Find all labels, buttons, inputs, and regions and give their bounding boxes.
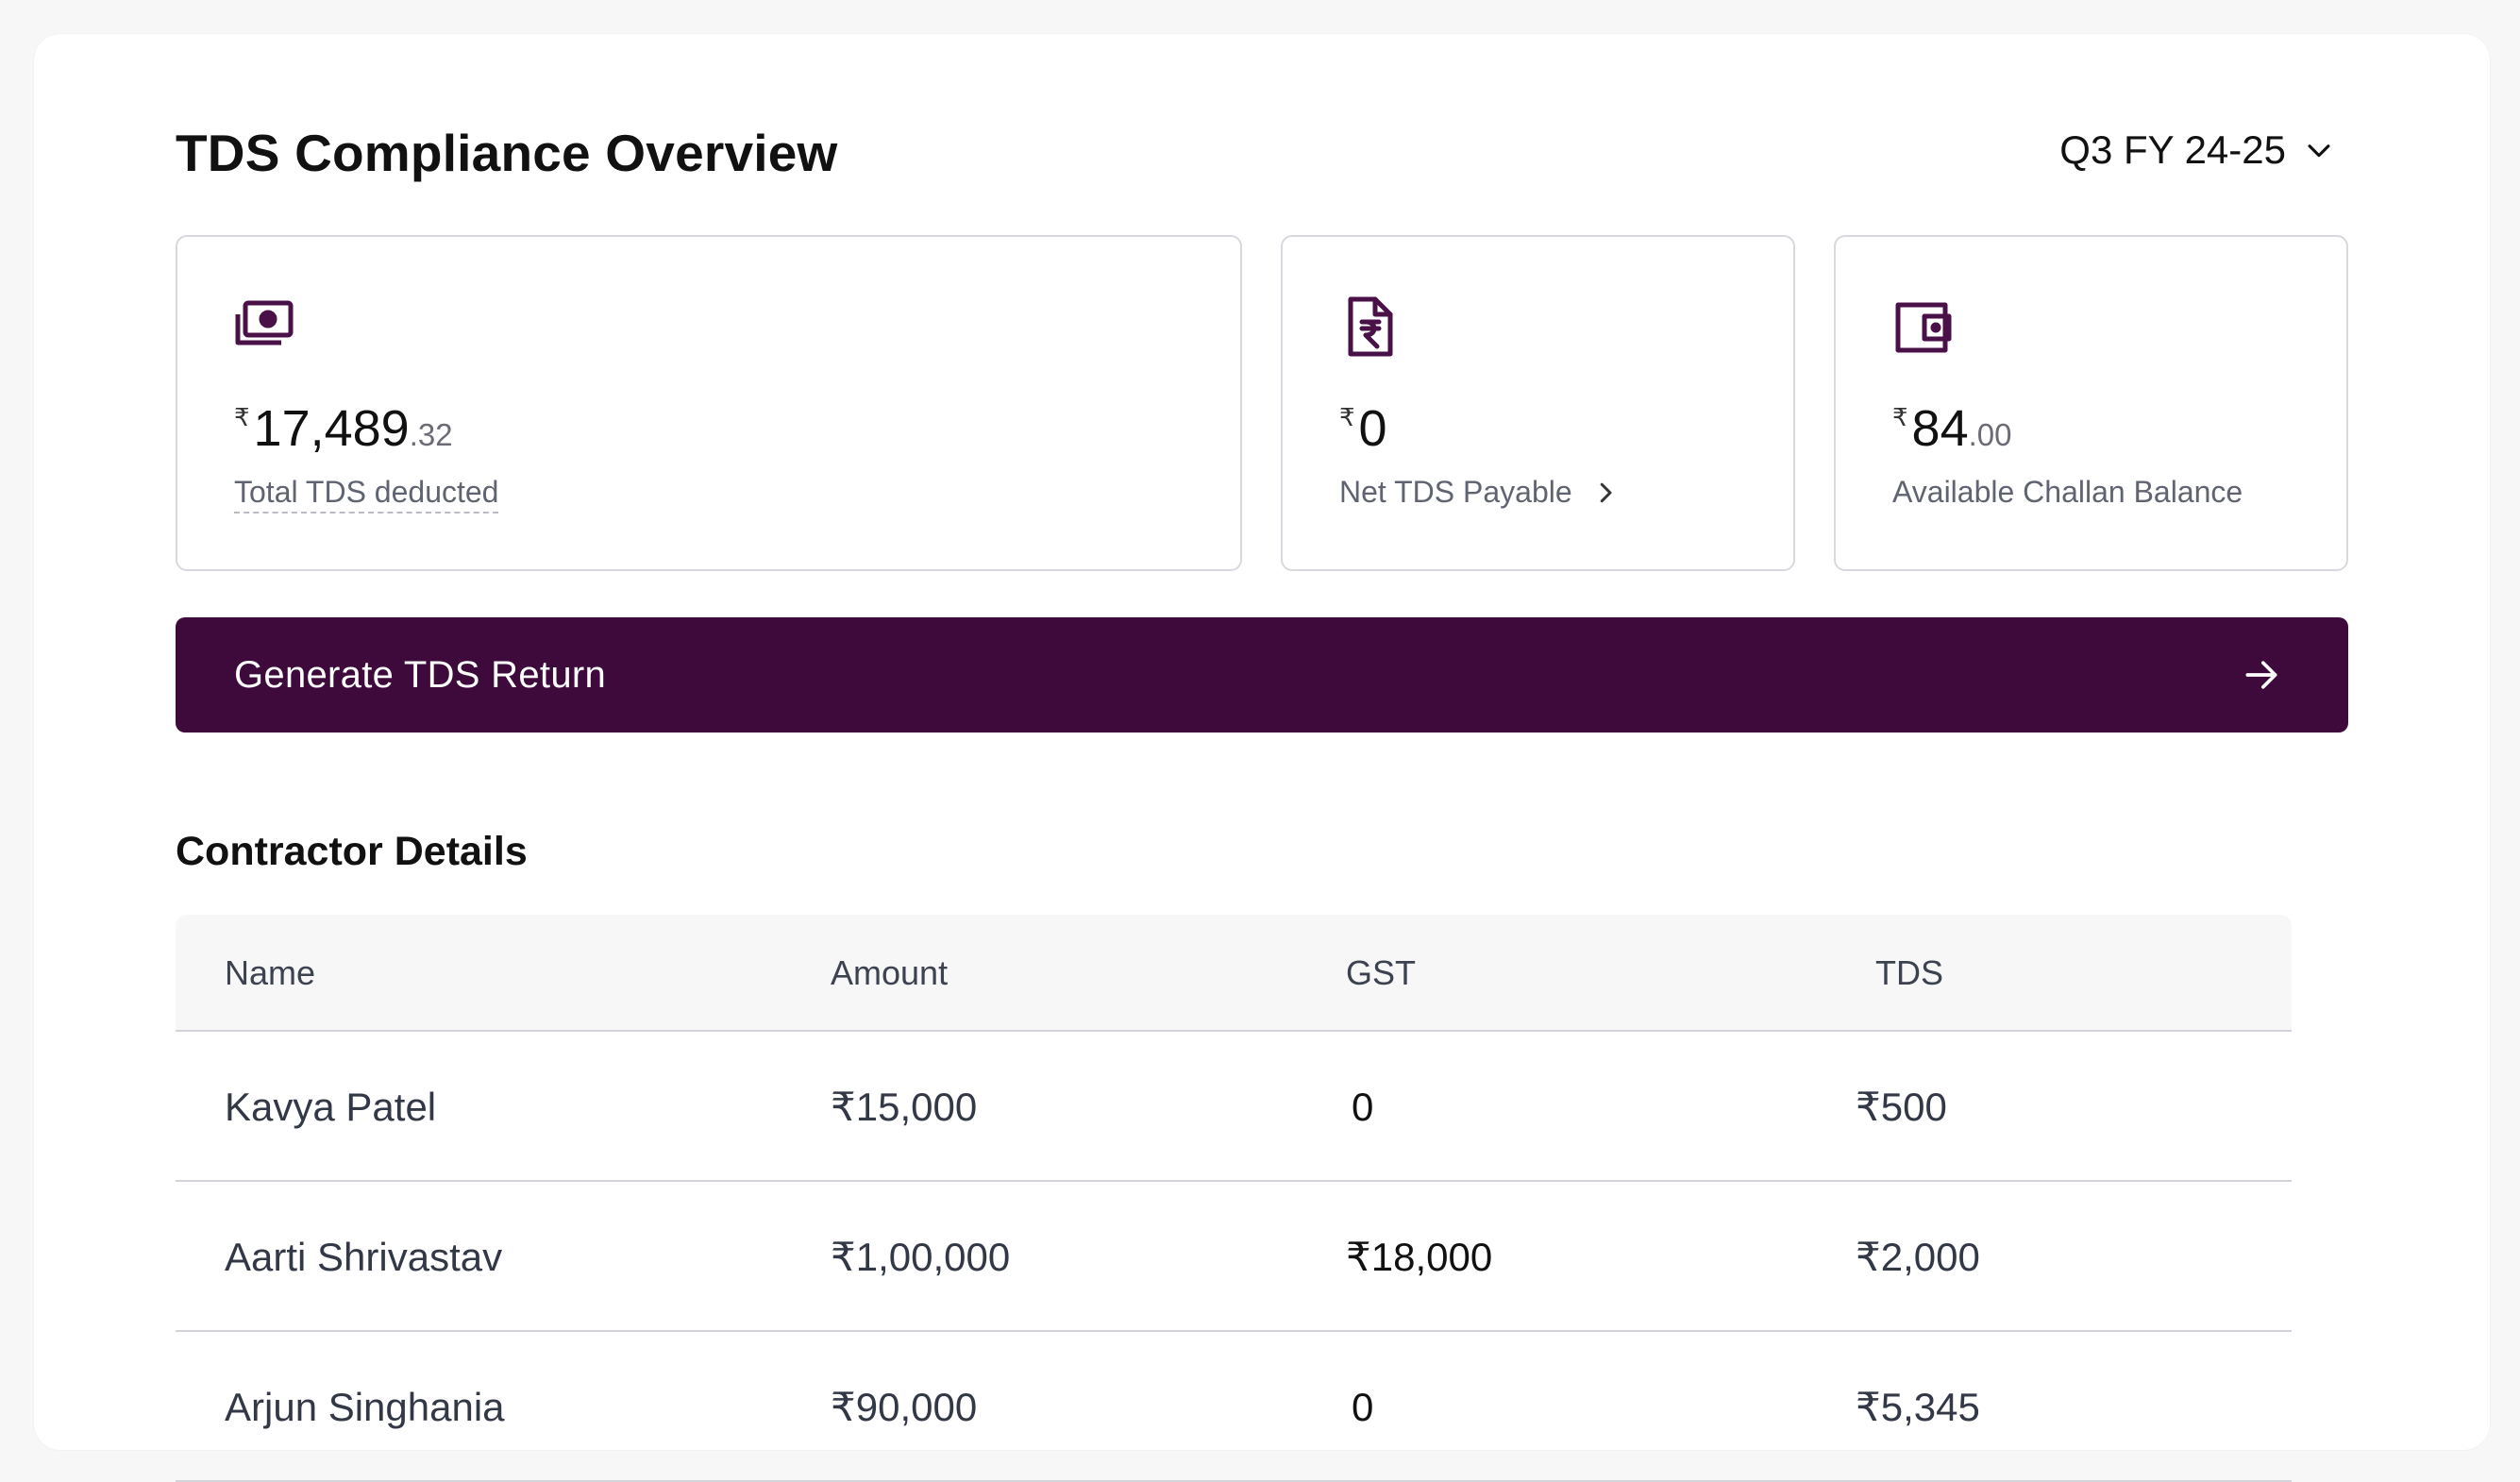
period-label: Q3 FY 24-25 <box>2059 127 2286 172</box>
challan-balance-value: ₹ 84 .00 <box>1892 399 2012 458</box>
total-tds-decimal: .32 <box>409 417 453 452</box>
chevron-down-icon <box>2308 144 2330 158</box>
net-tds-card: ₹ 0 Net TDS Payable <box>1281 235 1795 571</box>
cell-gst: 0 <box>1352 1085 1374 1129</box>
contractor-details-title: Contractor Details <box>176 829 528 874</box>
chevron-right-icon <box>1600 482 1612 502</box>
currency-symbol: ₹ <box>1339 403 1355 431</box>
currency-symbol: ₹ <box>234 403 250 431</box>
generate-tds-return-label: Generate TDS Return <box>234 653 607 696</box>
column-header-gst: GST <box>1346 953 1417 992</box>
cell-name: Aarti Shrivastav <box>225 1235 503 1279</box>
net-tds-value: ₹ 0 <box>1339 399 1387 458</box>
generate-tds-return-button[interactable]: Generate TDS Return <box>176 617 2348 733</box>
contractor-table: Name Amount GST TDS Kavya Patel ₹15,000 … <box>176 915 2292 1482</box>
cell-amount: ₹15,000 <box>831 1085 978 1129</box>
cell-tds: ₹2,000 <box>1856 1235 1980 1279</box>
arrow-right-icon <box>2245 661 2277 689</box>
table-row[interactable]: Aarti Shrivastav ₹1,00,000 ₹18,000 ₹2,00… <box>176 1182 2292 1332</box>
net-tds-integer: 0 <box>1358 400 1387 457</box>
cell-gst: ₹18,000 <box>1346 1235 1493 1279</box>
challan-balance-card: ₹ 84 .00 Available Challan Balance <box>1834 235 2348 571</box>
page-title: TDS Compliance Overview <box>176 124 838 182</box>
challan-balance-label: Available Challan Balance <box>1892 475 2243 509</box>
column-header-tds: TDS <box>1875 953 1943 992</box>
challan-balance-decimal: .00 <box>1968 417 2012 452</box>
cell-name: Arjun Singhania <box>225 1385 505 1429</box>
column-header-name: Name <box>225 953 316 992</box>
table-row[interactable]: Kavya Patel ₹15,000 0 ₹500 <box>176 1032 2292 1182</box>
cell-name: Kavya Patel <box>225 1085 437 1129</box>
total-tds-label[interactable]: Total TDS deducted <box>234 475 499 514</box>
table-row[interactable]: Arjun Singhania ₹90,000 0 ₹5,345 <box>176 1332 2292 1482</box>
cell-amount: ₹1,00,000 <box>831 1235 1011 1279</box>
cash-icon <box>235 300 294 345</box>
rupee-document-icon <box>1348 296 1393 357</box>
total-tds-value: ₹ 17,489 .32 <box>234 399 453 458</box>
column-header-amount: Amount <box>831 953 949 992</box>
total-tds-card: ₹ 17,489 .32 Total TDS deducted <box>176 235 1242 571</box>
cell-amount: ₹90,000 <box>831 1385 978 1429</box>
cell-gst: 0 <box>1352 1385 1374 1429</box>
net-tds-payable-link[interactable]: Net TDS Payable <box>1339 475 1620 510</box>
total-tds-integer: 17,489 <box>253 400 410 457</box>
currency-symbol: ₹ <box>1892 403 1908 431</box>
cell-tds: ₹500 <box>1856 1085 1947 1129</box>
period-selector[interactable]: Q3 FY 24-25 <box>2059 127 2335 173</box>
table-header: Name Amount GST TDS <box>176 915 2292 1032</box>
challan-balance-integer: 84 <box>1911 400 1969 457</box>
cell-tds: ₹5,345 <box>1856 1385 1980 1429</box>
net-tds-label: Net TDS Payable <box>1339 475 1572 509</box>
wallet-icon <box>1895 302 1952 353</box>
